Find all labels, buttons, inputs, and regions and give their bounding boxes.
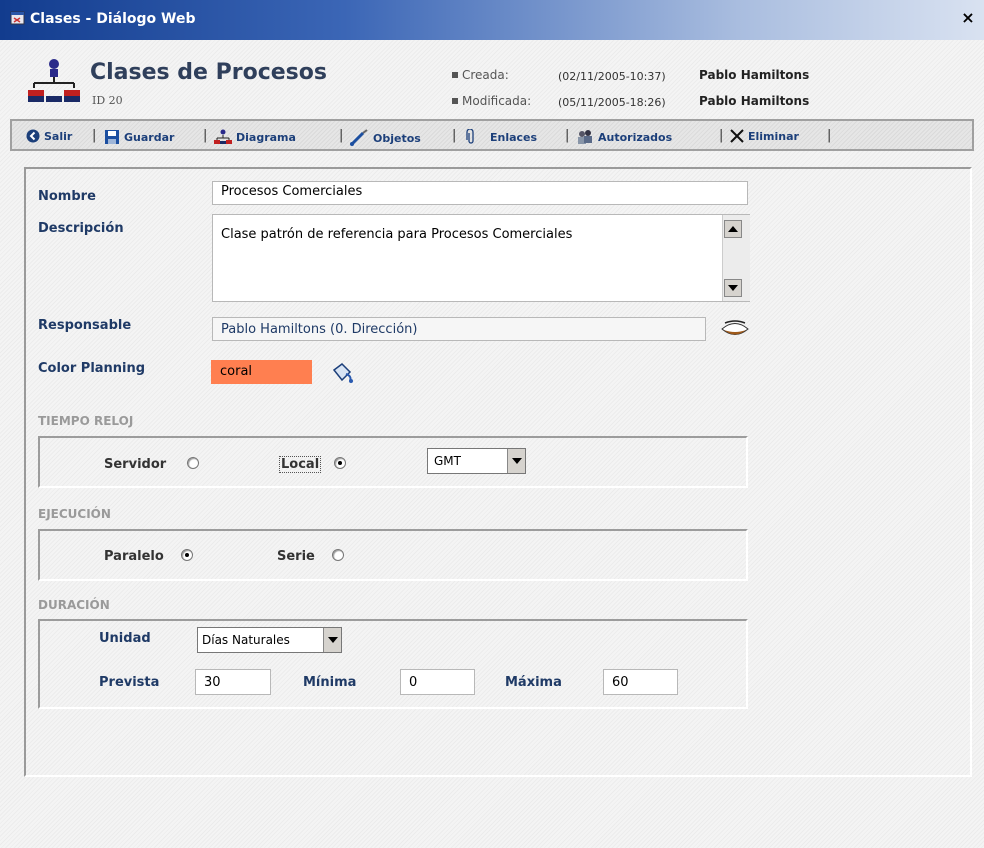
unidad-value: Días Naturales — [202, 633, 290, 647]
arrow-down-icon — [728, 285, 738, 291]
tiempo-reloj-title: TIEMPO RELOJ — [38, 414, 134, 428]
prevista-label: Prevista — [99, 675, 160, 690]
chevron-down-icon — [327, 637, 338, 643]
paralelo-label: Paralelo — [104, 549, 164, 564]
autorizados-button[interactable]: Autorizados — [576, 129, 672, 145]
salir-button[interactable]: Salir — [26, 129, 72, 143]
enlaces-label: Enlaces — [490, 130, 538, 144]
delete-x-icon — [730, 129, 744, 143]
arrow-up-icon — [728, 226, 738, 232]
save-icon — [105, 130, 119, 144]
created-user: Pablo Hamiltons — [699, 68, 810, 82]
paperclip-icon — [466, 129, 474, 144]
eye-icon[interactable] — [720, 318, 750, 340]
eliminar-button[interactable]: Eliminar — [730, 129, 799, 143]
process-hierarchy-icon — [28, 59, 80, 102]
eliminar-label: Eliminar — [748, 129, 799, 143]
maxima-input[interactable]: 60 — [603, 669, 678, 695]
created-date: (02/11/2005-10:37) — [558, 70, 666, 83]
autorizados-label: Autorizados — [598, 130, 673, 144]
nombre-label: Nombre — [38, 189, 96, 204]
color-planning-swatch: coral — [211, 360, 312, 384]
serie-label: Serie — [277, 549, 315, 564]
objetos-button[interactable]: Objetos — [349, 129, 421, 147]
brush-icon — [349, 129, 368, 147]
scroll-up-button[interactable] — [724, 220, 742, 238]
guardar-label: Guardar — [124, 130, 175, 144]
toolbar-separator: | — [339, 128, 344, 143]
descripcion-textarea[interactable]: Clase patrón de referencia para Procesos… — [212, 214, 750, 302]
page-title: Clases de Procesos — [90, 60, 327, 85]
serie-radio[interactable] — [332, 549, 344, 561]
toolbar-separator: | — [565, 128, 570, 143]
servidor-label: Servidor — [104, 457, 167, 472]
created-label: Creada: — [462, 68, 509, 82]
toolbar-separator: | — [203, 128, 208, 143]
dropdown-button[interactable] — [323, 628, 341, 652]
users-icon — [578, 130, 592, 144]
record-id: ID 20 — [92, 94, 123, 107]
modified-user: Pablo Hamiltons — [699, 94, 810, 108]
responsable-label: Responsable — [38, 318, 132, 333]
close-button[interactable]: × — [956, 6, 980, 30]
servidor-radio[interactable] — [187, 457, 199, 469]
exit-icon — [26, 129, 40, 143]
diagram-icon — [214, 129, 232, 144]
bullet-icon — [452, 98, 458, 104]
ejecucion-title: EJECUCIÓN — [38, 507, 111, 521]
minima-label: Mínima — [303, 675, 357, 690]
local-radio[interactable] — [334, 457, 346, 469]
local-label: Local — [279, 456, 322, 473]
paralelo-radio[interactable] — [181, 549, 193, 561]
enlaces-button[interactable]: Enlaces — [466, 129, 537, 145]
nombre-input[interactable]: Procesos Comerciales — [212, 181, 748, 205]
prevista-input[interactable]: 30 — [195, 669, 271, 695]
descripcion-text: Clase patrón de referencia para Procesos… — [221, 227, 573, 242]
window-app-icon — [10, 11, 25, 25]
salir-label: Salir — [44, 129, 73, 143]
diagrama-button[interactable]: Diagrama — [214, 129, 296, 145]
toolbar-separator: | — [92, 128, 97, 143]
timezone-value: GMT — [434, 454, 461, 468]
responsable-field: Pablo Hamiltons (0. Dirección) — [212, 317, 706, 341]
dropdown-button[interactable] — [507, 449, 525, 473]
color-planning-label: Color Planning — [38, 361, 146, 376]
timezone-select[interactable]: GMT — [427, 448, 526, 474]
descripcion-label: Descripción — [38, 221, 124, 236]
diagrama-label: Diagrama — [236, 130, 296, 144]
chevron-down-icon — [511, 458, 522, 464]
modified-label: Modificada: — [462, 94, 532, 108]
toolbar: Salir | Guardar | Diagrama | Objetos | E… — [10, 119, 974, 151]
toolbar-separator: | — [452, 128, 457, 143]
paint-bucket-icon[interactable] — [330, 362, 356, 384]
duracion-title: DURACIÓN — [38, 598, 110, 612]
modified-date: (05/11/2005-18:26) — [558, 96, 666, 109]
toolbar-separator: | — [827, 128, 832, 143]
unidad-label: Unidad — [99, 631, 151, 646]
maxima-label: Máxima — [505, 675, 562, 690]
guardar-button[interactable]: Guardar — [104, 129, 174, 145]
toolbar-separator: | — [719, 128, 724, 143]
unidad-select[interactable]: Días Naturales — [197, 627, 342, 653]
minima-input[interactable]: 0 — [400, 669, 475, 695]
objetos-label: Objetos — [373, 131, 421, 145]
scroll-down-button[interactable] — [724, 279, 742, 297]
window-title: Clases - Diálogo Web — [30, 11, 196, 27]
bullet-icon — [452, 72, 458, 78]
